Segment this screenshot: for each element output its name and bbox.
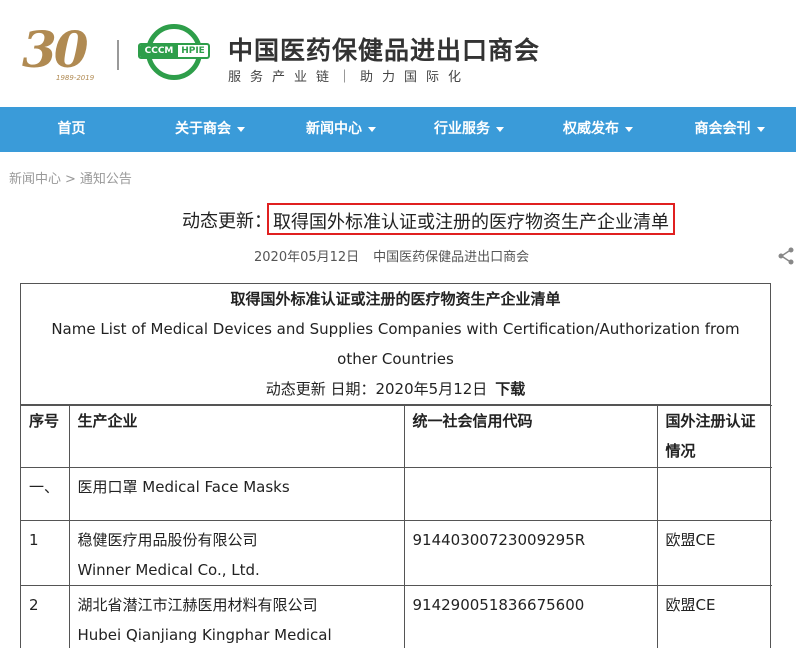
main-nav: 首页 关于商会 新闻中心 行业服务 权威发布 商会会刊 [0, 107, 796, 152]
nav-label: 行业服务 [434, 121, 490, 137]
site-header: 30 1989-2019 CCCM HPIE 中国医药保健品进出口商会 服务产业… [0, 0, 796, 107]
company-name-en: Winner Medical Co., Ltd. [77, 561, 260, 579]
row-index: 2 [21, 585, 70, 648]
row-credit-code: 91440300723009295R [403, 520, 658, 586]
nav-item-about[interactable]: 关于商会 [143, 107, 277, 152]
logo-text-right: HPIE [181, 46, 205, 56]
article-meta: 2020年05月12日 中国医药保健品进出口商会 [254, 246, 529, 265]
col-header-credit-code: 统一社会信用代码 [403, 405, 658, 468]
nav-item-home[interactable]: 首页 [0, 107, 143, 152]
chevron-down-icon [496, 126, 504, 132]
table-row: 1 稳健医疗用品股份有限公司 Winner Medical Co., Ltd. … [21, 520, 772, 586]
nav-label: 商会会刊 [694, 121, 751, 137]
table-row: 2 湖北省潜江市江赫医用材料有限公司 Hubei Qianjiang Kingp… [21, 585, 772, 648]
chevron-down-icon [368, 126, 376, 132]
section-empty [403, 467, 658, 521]
breadcrumb-notices[interactable]: 通知公告 [80, 172, 132, 187]
company-name-cn: 稳健医疗用品股份有限公司 [77, 531, 258, 549]
doc-title-cn: 取得国外标准认证或注册的医疗物资生产企业清单 [230, 290, 561, 308]
col-header-certification: 国外注册认证情况 [656, 405, 772, 468]
row-certification: 欧盟CE [656, 585, 772, 648]
org-slogan: 服务产业链｜助力国际化 [228, 70, 471, 85]
row-certification: 欧盟CE [656, 520, 772, 586]
document-table-container: 取得国外标准认证或注册的医疗物资生产企业清单 Name List of Medi… [20, 283, 772, 648]
company-name-cn: 湖北省潜江市江赫医用材料有限公司 [77, 596, 318, 614]
nav-label: 新闻中心 [306, 121, 362, 137]
title-prefix: 动态更新： [182, 211, 272, 232]
article-source: 中国医药保健品进出口商会 [373, 250, 530, 265]
table-section-row: 一、 医用口罩 Medical Face Masks [21, 467, 772, 521]
row-company: 湖北省潜江市江赫医用材料有限公司 Hubei Qianjiang Kingpha… [68, 585, 405, 648]
document-header: 取得国外标准认证或注册的医疗物资生产企业清单 Name List of Medi… [21, 284, 770, 405]
nav-item-services[interactable]: 行业服务 [405, 107, 533, 152]
chevron-down-icon [625, 126, 633, 132]
logo-text-left: CCCM [140, 45, 178, 57]
chevron-down-icon [237, 126, 245, 132]
row-company: 稳健医疗用品股份有限公司 Winner Medical Co., Ltd. [68, 520, 405, 586]
nav-label: 权威发布 [563, 121, 619, 137]
anniversary-years: 1989-2019 [56, 74, 95, 82]
table-header-row: 序号 生产企业 统一社会信用代码 国外注册认证情况 [21, 405, 772, 468]
doc-date: 动态更新 日期：2020年5月12日 [265, 380, 488, 398]
article-title: 动态更新： 取得国外标准认证或注册的医疗物资生产企业清单 [0, 203, 796, 235]
nav-item-news[interactable]: 新闻中心 [277, 107, 405, 152]
breadcrumb-separator: > [65, 172, 76, 187]
breadcrumb: 新闻中心 > 通知公告 [9, 168, 132, 187]
breadcrumb-news[interactable]: 新闻中心 [9, 172, 61, 187]
chevron-down-icon [756, 126, 765, 132]
org-name: 中国医药保健品进出口商会 [228, 36, 541, 65]
nav-item-releases[interactable]: 权威发布 [533, 107, 663, 152]
doc-title-en: Name List of Medical Devices and Supplie… [51, 320, 740, 368]
section-index: 一、 [21, 467, 70, 521]
section-name: 医用口罩 Medical Face Masks [68, 467, 405, 521]
section-empty [656, 467, 772, 521]
nav-label: 首页 [57, 121, 86, 137]
col-header-company: 生产企业 [68, 405, 405, 468]
doc-date-line: 动态更新 日期：2020年5月12日 下载 [21, 374, 770, 404]
anniversary-number: 30 [22, 20, 89, 79]
company-name-en: Hubei Qianjiang Kingphar Medical [77, 626, 332, 644]
row-credit-code: 914290051836675600 [403, 585, 658, 648]
company-table: 序号 生产企业 统一社会信用代码 国外注册认证情况 一、 医用口罩 Medica… [21, 405, 772, 648]
nav-item-journal[interactable]: 商会会刊 [663, 107, 796, 152]
logo-divider [117, 40, 119, 70]
nav-label: 关于商会 [175, 121, 231, 137]
article-date: 2020年05月12日 [254, 250, 360, 265]
download-link[interactable]: 下载 [495, 380, 525, 398]
logo-band: CCCM HPIE [138, 43, 210, 59]
row-index: 1 [21, 520, 70, 586]
share-icon[interactable] [776, 246, 796, 266]
anniversary-logo[interactable]: 30 1989-2019 [22, 20, 102, 84]
col-header-index: 序号 [21, 405, 70, 468]
cccmhpie-logo[interactable]: CCCM HPIE [138, 24, 210, 80]
title-main-highlighted: 取得国外标准认证或注册的医疗物资生产企业清单 [267, 203, 675, 235]
